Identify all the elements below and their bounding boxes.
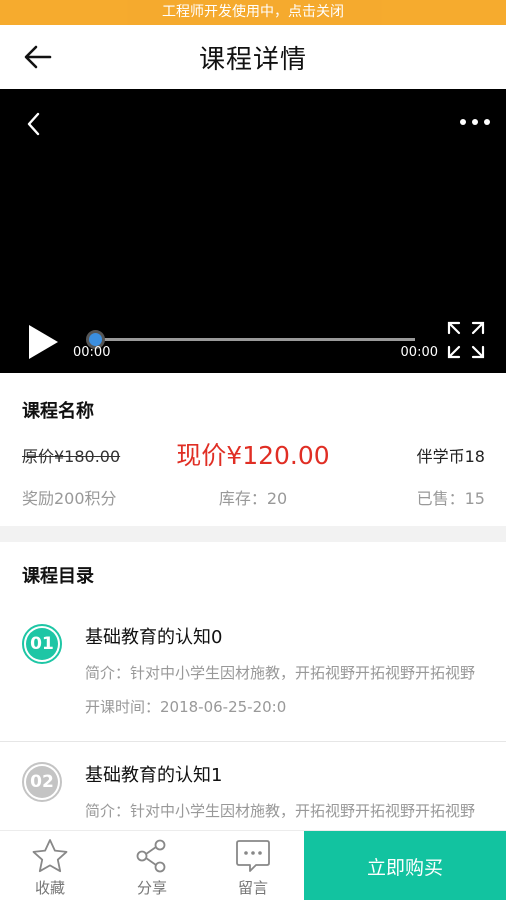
lesson-description: 简介：针对中小学生因材施教，开拓视野开拓视野开拓视野	[85, 802, 476, 820]
lesson-item[interactable]: 02 基础教育的认知1 简介：针对中小学生因材施教，开拓视野开拓视野开拓视野	[0, 738, 506, 830]
share-button[interactable]: 分享	[102, 831, 202, 900]
coin-price: 伴学币18	[416, 447, 485, 466]
favorite-button[interactable]: 收藏	[0, 831, 100, 900]
video-player[interactable]: 00:00 00:00	[0, 89, 506, 373]
fullscreen-icon[interactable]	[447, 321, 485, 359]
star-icon	[32, 839, 68, 873]
course-name: 课程名称	[22, 401, 94, 422]
page-title: 课程详情	[198, 44, 307, 75]
sold-count: 已售：15	[416, 489, 485, 508]
lesson-number-badge: 01	[22, 624, 62, 664]
share-icon	[136, 839, 166, 873]
comment-icon	[236, 840, 270, 872]
lesson-time: 开课时间：2018-06-25-20:0	[85, 698, 287, 716]
more-icon[interactable]	[458, 115, 492, 129]
course-info: 课程名称 原价¥180.00 现价¥120.00 伴学币18 奖励200积分 库…	[0, 373, 506, 526]
dev-mode-banner[interactable]: 工程师开发使用中，点击关闭	[0, 0, 506, 25]
buy-now-button[interactable]: 立即购买	[304, 831, 506, 900]
back-arrow-icon[interactable]	[22, 42, 54, 72]
section-divider	[0, 526, 506, 542]
message-button[interactable]: 留言	[203, 831, 303, 900]
lesson-description: 简介：针对中小学生因材施教，开拓视野开拓视野开拓视野	[85, 664, 476, 682]
lesson-item[interactable]: 01 基础教育的认知0 简介：针对中小学生因材施教，开拓视野开拓视野开拓视野 开…	[0, 600, 506, 730]
catalog-title: 课程目录	[22, 566, 94, 587]
lesson-name: 基础教育的认知0	[85, 627, 223, 648]
course-catalog: 课程目录 01 基础教育的认知0 简介：针对中小学生因材施教，开拓视野开拓视野开…	[0, 542, 506, 830]
video-back-icon[interactable]	[24, 111, 44, 137]
header: 课程详情	[0, 25, 506, 89]
current-time: 00:00	[73, 345, 111, 360]
total-time: 00:00	[400, 345, 438, 360]
lesson-number-badge: 02	[22, 762, 62, 802]
video-progress-track[interactable]	[95, 338, 415, 341]
lesson-name: 基础教育的认知1	[85, 765, 223, 786]
bottom-action-bar: 收藏 分享 留言 立即购买	[0, 830, 506, 900]
play-icon[interactable]	[26, 323, 60, 361]
